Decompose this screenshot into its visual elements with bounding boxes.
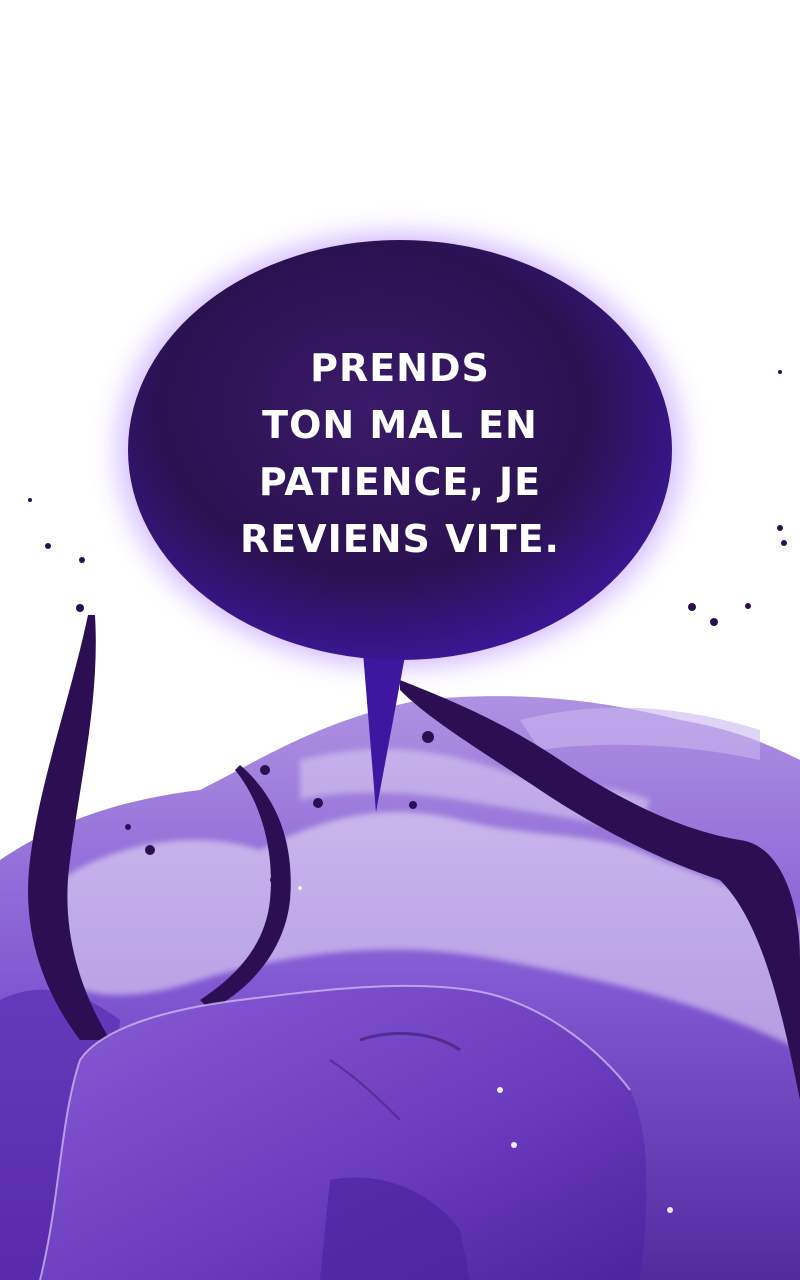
bubble-line-1: PRENDS [310,346,490,390]
comic-panel: PRENDS TON MAL EN PATIENCE, JE REVIENS V… [0,0,800,1280]
bubble-line-2: TON MAL EN [262,403,538,447]
panel-illustration [0,218,800,1280]
bubble-line-4: REVIENS VITE. [240,517,560,561]
bubble-line-3: PATIENCE, JE [258,460,542,504]
speech-bubble-text: PRENDS TON MAL EN PATIENCE, JE REVIENS V… [200,340,600,568]
